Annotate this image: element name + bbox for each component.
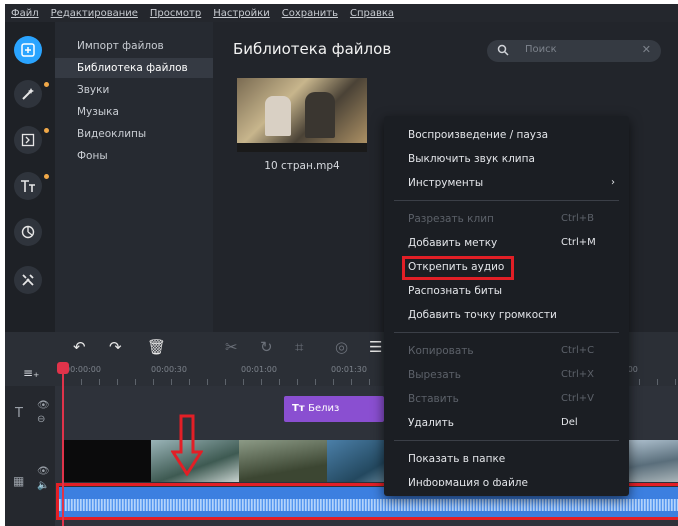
- clear-search-icon[interactable]: ✕: [642, 43, 651, 56]
- new-dot-badge: [44, 128, 49, 133]
- menu-item-tools[interactable]: Инструменты ›: [384, 172, 629, 194]
- menu-icon[interactable]: ☰: [369, 338, 382, 356]
- category-panel: Импорт файлов Библиотека файлов Звуки Му…: [55, 22, 213, 332]
- delete-icon[interactable]: 🗑: [147, 338, 166, 356]
- category-backgrounds[interactable]: Фоны: [55, 146, 213, 166]
- magic-icon[interactable]: [14, 80, 42, 108]
- search-input[interactable]: Поиск ✕: [487, 40, 661, 62]
- media-thumbnail[interactable]: [237, 78, 367, 152]
- redo-icon[interactable]: ↷: [109, 338, 122, 356]
- menu-item-show-in-folder[interactable]: Показать в папке: [384, 448, 629, 470]
- search-placeholder: Поиск: [525, 44, 557, 55]
- menu-item-copy[interactable]: Копировать Ctrl+C: [384, 340, 629, 362]
- properties-icon[interactable]: ◎: [335, 338, 348, 356]
- menu-item-delete[interactable]: Удалить Del: [384, 412, 629, 434]
- visibility-icon[interactable]: 👁: [37, 400, 50, 411]
- new-dot-badge: [44, 82, 49, 87]
- visibility-icon[interactable]: 👁: [37, 466, 50, 477]
- ruler-label: 00:01:30: [331, 365, 367, 374]
- menu-item-detect-beats[interactable]: Распознать биты: [384, 280, 629, 302]
- detach-audio-highlight-frame: [402, 256, 514, 280]
- title-clip[interactable]: Tт Белиз: [284, 396, 384, 422]
- menu-item-add-volume-point[interactable]: Добавить точку громкости: [384, 304, 629, 326]
- menu-separator: [394, 440, 619, 441]
- category-sounds[interactable]: Звуки: [55, 80, 213, 100]
- rotate-icon[interactable]: ↻: [260, 338, 273, 356]
- tools-icon[interactable]: [14, 266, 42, 294]
- transition-icon[interactable]: [14, 126, 42, 154]
- menu-separator: [394, 200, 619, 201]
- down-arrow-annotation: [171, 414, 203, 476]
- menu-item-add-marker[interactable]: Добавить метку Ctrl+M: [384, 232, 629, 254]
- app-window: Файл Редактирование Просмотр Настройки С…: [5, 4, 678, 526]
- cut-icon[interactable]: ✂: [225, 338, 238, 356]
- category-videoclips[interactable]: Видеоклипы: [55, 124, 213, 144]
- menu-separator: [394, 332, 619, 333]
- audio-volume-icon[interactable]: 🔈: [37, 480, 49, 491]
- menu-save[interactable]: Сохранить: [276, 8, 344, 19]
- tool-sidebar: [5, 22, 55, 332]
- menu-help[interactable]: Справка: [344, 8, 400, 19]
- category-library[interactable]: Библиотека файлов: [55, 58, 213, 78]
- new-dot-badge: [44, 174, 49, 179]
- text-track-icon: T: [15, 406, 23, 421]
- category-import[interactable]: Импорт файлов: [55, 36, 213, 56]
- menu-item-mute[interactable]: Выключить звук клипа: [384, 148, 629, 170]
- menu-file[interactable]: Файл: [5, 8, 45, 19]
- menu-bar: Файл Редактирование Просмотр Настройки С…: [5, 4, 678, 22]
- chevron-right-icon: ›: [611, 177, 615, 188]
- context-menu: Воспроизведение / пауза Выключить звук к…: [384, 116, 629, 496]
- ruler-label: 00:01:00: [241, 365, 277, 374]
- menu-view[interactable]: Просмотр: [144, 8, 207, 19]
- add-track-icon[interactable]: ≡₊: [23, 366, 39, 380]
- ruler-label: 00:00:30: [151, 365, 187, 374]
- menu-item-cut[interactable]: Вырезать Ctrl+X: [384, 364, 629, 386]
- category-music[interactable]: Музыка: [55, 102, 213, 122]
- track-headers: T 👁 ⊖ ▦ 👁 🔈: [5, 386, 55, 526]
- crop-icon[interactable]: ⌗: [295, 338, 303, 356]
- text-icon[interactable]: [14, 172, 42, 200]
- playhead: [62, 364, 64, 526]
- undo-icon[interactable]: ↶: [73, 338, 86, 356]
- title-clip-label: Белиз: [308, 403, 340, 414]
- menu-item-play-pause[interactable]: Воспроизведение / пауза: [384, 124, 629, 146]
- text-clip-icon: Tт: [292, 403, 309, 414]
- ruler-label: 00:00:00: [65, 365, 101, 374]
- menu-edit[interactable]: Редактирование: [45, 8, 144, 19]
- media-file-name: 10 стран.mp4: [264, 160, 340, 172]
- menu-item-split[interactable]: Разрезать клип Ctrl+B: [384, 208, 629, 230]
- link-icon[interactable]: ⊖: [37, 414, 45, 425]
- video-track-icon: ▦: [13, 474, 25, 488]
- menu-settings[interactable]: Настройки: [207, 8, 275, 19]
- menu-item-file-info[interactable]: Информация о файле: [384, 472, 629, 486]
- search-icon: [497, 44, 509, 56]
- import-icon[interactable]: [14, 36, 42, 64]
- sticker-icon[interactable]: [14, 218, 42, 246]
- library-title: Библиотека файлов: [233, 40, 392, 58]
- menu-item-paste[interactable]: Вставить Ctrl+V: [384, 388, 629, 410]
